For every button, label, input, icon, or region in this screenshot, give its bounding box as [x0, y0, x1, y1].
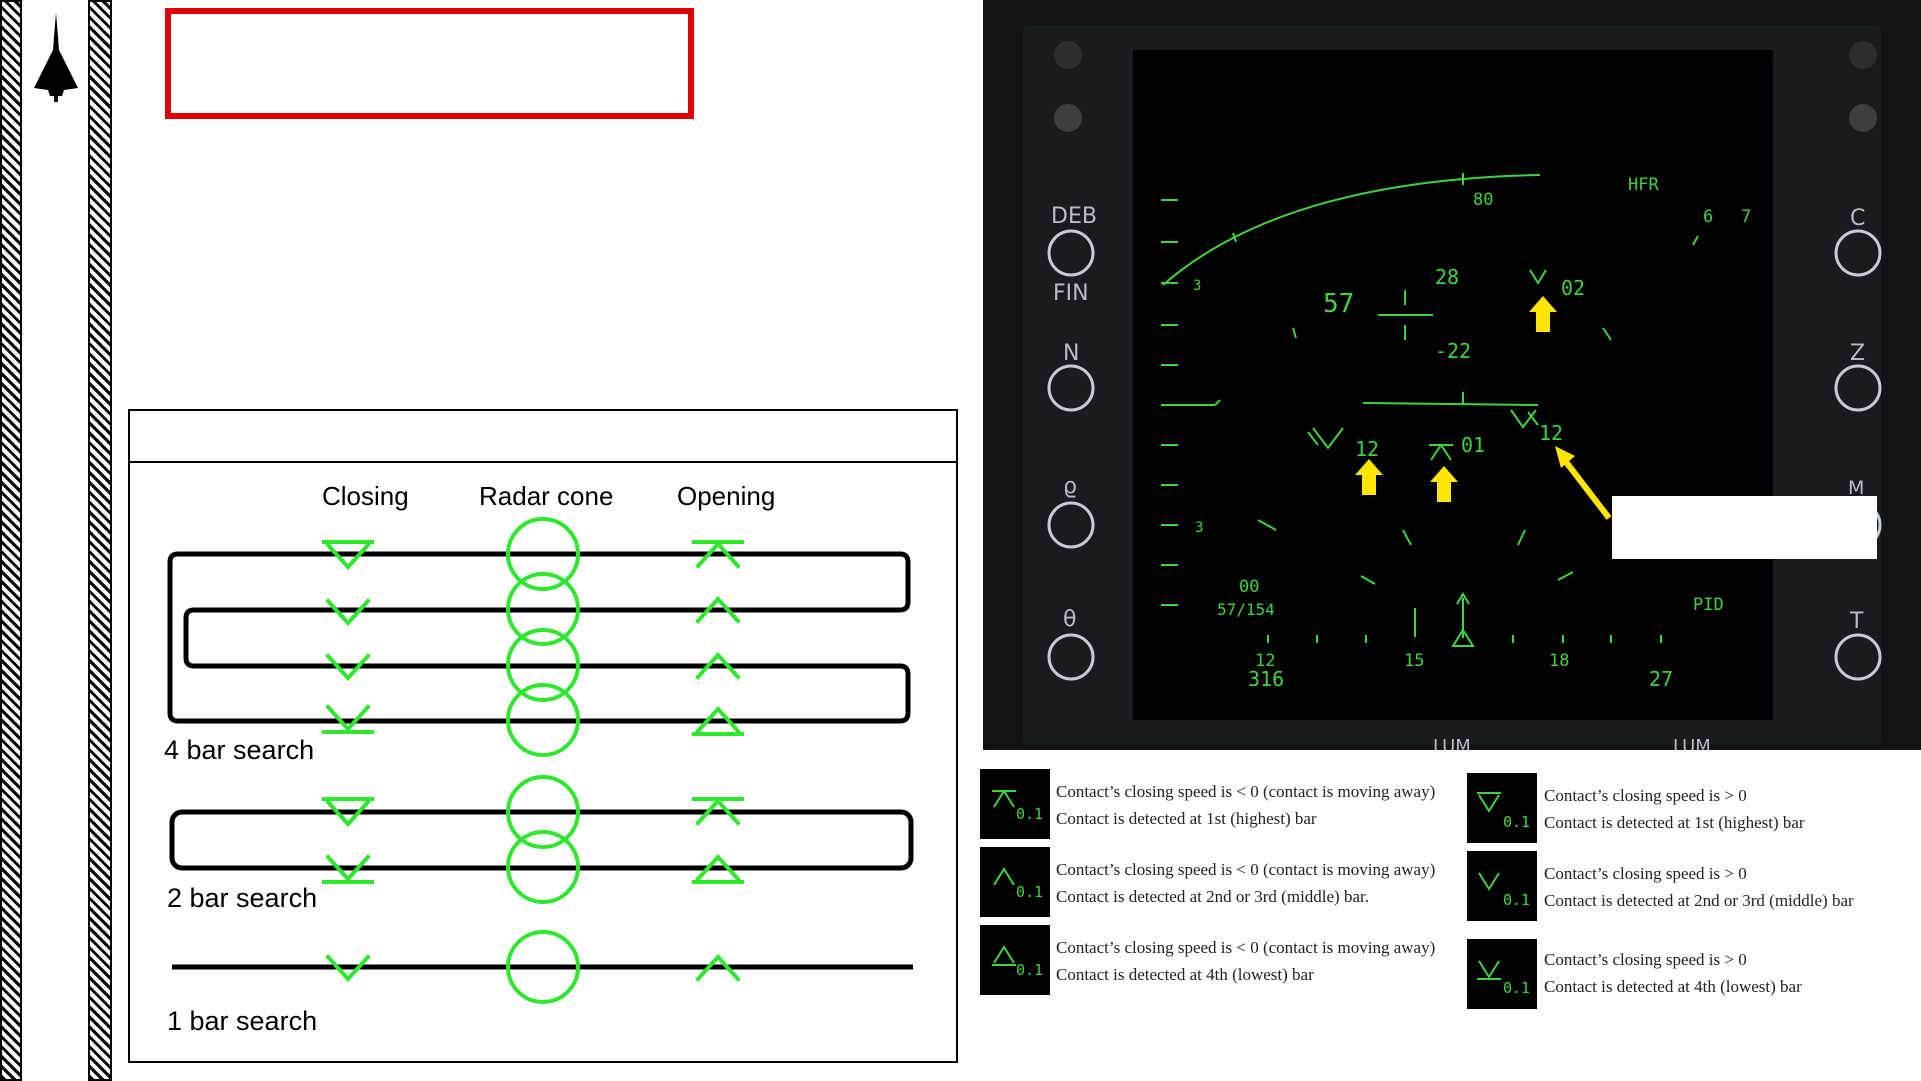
- lum-label-right: LUM: [1673, 736, 1711, 750]
- two-bar-search-label: 2 bar search: [167, 883, 318, 913]
- callout-box: [165, 8, 694, 119]
- four-bar-search-label: 4 bar search: [164, 735, 315, 765]
- icon-label: 0.1: [1016, 805, 1043, 823]
- cursor-left-value: 57: [1323, 289, 1354, 319]
- legend-left-3-line2: Contact is detected at 4th (lowest) bar: [1056, 965, 1314, 984]
- closing-bar2-icon: 0.1: [1467, 851, 1537, 921]
- alt-mark-bottom: 3: [1195, 520, 1203, 536]
- legend-left-2-line2: Contact is detected at 2nd or 3rd (middl…: [1056, 887, 1369, 906]
- range-27: 27: [1649, 667, 1673, 691]
- c-label: C: [1850, 206, 1865, 231]
- alt-mark-top: 3: [1193, 278, 1201, 294]
- contact-01-label: 01: [1461, 433, 1485, 457]
- icon-label: 0.1: [1503, 979, 1530, 997]
- icon-label: 0.1: [1503, 813, 1530, 831]
- rho-label: ϱ: [1063, 474, 1077, 499]
- aircraft-icon: [34, 12, 78, 102]
- contact-12-right-label: 12: [1539, 421, 1563, 445]
- cursor-bottom-value: -22: [1435, 339, 1471, 363]
- heading-15: 15: [1404, 651, 1424, 671]
- heading-18: 18: [1549, 651, 1569, 671]
- heading-316: 316: [1248, 667, 1284, 691]
- pid-label: PID: [1693, 595, 1724, 615]
- diagram-header-box: [128, 409, 958, 463]
- legend-right-2-line1: Contact’s closing speed is > 0: [1544, 864, 1747, 883]
- hfr-label: HFR: [1628, 175, 1659, 195]
- closing-bar1-icon: 0.1: [1467, 773, 1537, 843]
- mfd-panel: DEB FIN N ϱ θ C Z M T LUM LUM HFR 80 6 7…: [983, 0, 1921, 757]
- legend-right-1-line2: Contact is detected at 1st (highest) bar: [1544, 813, 1805, 832]
- z-label: Z: [1850, 341, 1865, 366]
- legend-left-2-line1: Contact’s closing speed is < 0 (contact …: [1056, 860, 1436, 879]
- theta-label: θ: [1063, 607, 1076, 632]
- lower-left-top: 00: [1239, 577, 1259, 597]
- legend-right-3-line2: Contact is detected at 4th (lowest) bar: [1544, 977, 1802, 996]
- icon-label: 0.1: [1016, 883, 1043, 901]
- sidebar-hatch-right: [88, 0, 112, 1081]
- legend-right-1-line1: Contact’s closing speed is > 0: [1544, 786, 1747, 805]
- legend-left-1-line2: Contact is detected at 1st (highest) bar: [1056, 809, 1317, 828]
- contact-02-label: 02: [1561, 276, 1585, 300]
- two-bar-track: [169, 809, 914, 871]
- n-label: N: [1063, 341, 1079, 366]
- closing-bar4-icon: 0.1: [1467, 939, 1537, 1009]
- sidebar-hatch-left: [0, 0, 22, 1081]
- lum-label-left: LUM: [1433, 736, 1471, 750]
- corner-7: 7: [1741, 207, 1751, 227]
- opening-bar2-icon: 0.1: [980, 847, 1050, 917]
- cursor-top-value: 28: [1435, 265, 1459, 289]
- legend-left-3-line1: Contact’s closing speed is < 0 (contact …: [1056, 938, 1436, 957]
- one-bar-search-label: 1 bar search: [167, 1006, 318, 1036]
- m-label: M: [1848, 477, 1864, 499]
- legend-right-3-line1: Contact’s closing speed is > 0: [1544, 950, 1747, 969]
- fin-label: FIN: [1053, 281, 1089, 306]
- lower-left-bottom: 57/154: [1217, 600, 1275, 619]
- mfd-callout-box: [1612, 496, 1877, 559]
- icon-label: 0.1: [1503, 891, 1530, 909]
- opening-bar4-icon: 0.1: [980, 925, 1050, 995]
- legend-left-1-line1: Contact’s closing speed is < 0 (contact …: [1056, 782, 1436, 801]
- legend-right-2-line2: Contact is detected at 2nd or 3rd (middl…: [1544, 891, 1854, 910]
- icon-label: 0.1: [1016, 961, 1043, 979]
- deb-label: DEB: [1051, 204, 1097, 229]
- range-80: 80: [1473, 190, 1493, 210]
- contact-12-left-label: 12: [1355, 437, 1379, 461]
- opening-bar1-icon: 0.1: [980, 769, 1050, 839]
- four-bar-track: [167, 551, 911, 724]
- mfd-display: DEB FIN N ϱ θ C Z M T LUM LUM HFR 80 6 7…: [983, 0, 1921, 757]
- t-label: T: [1849, 609, 1864, 634]
- corner-6: 6: [1703, 207, 1713, 227]
